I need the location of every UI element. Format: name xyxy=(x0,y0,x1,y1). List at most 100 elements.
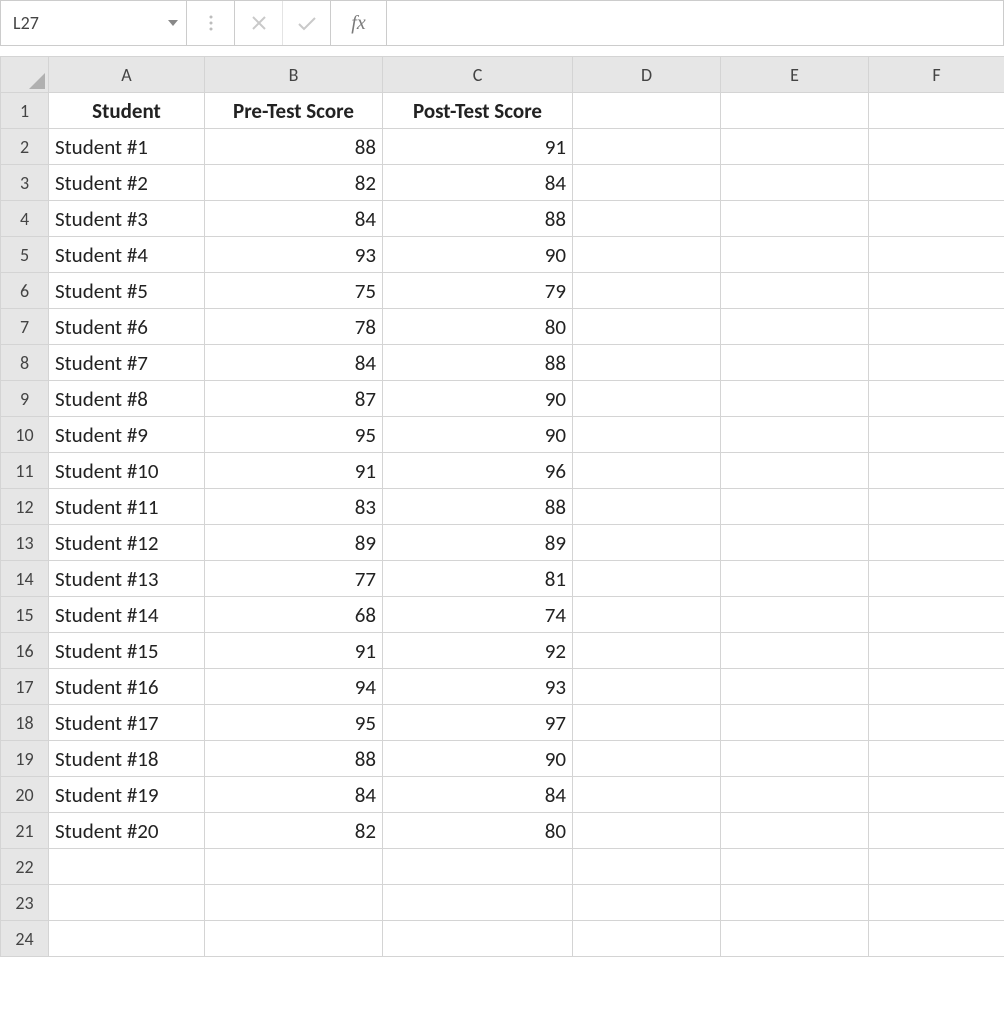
row-header[interactable]: 6 xyxy=(1,273,49,309)
spreadsheet-grid[interactable]: A B C D E F 1StudentPre-Test ScorePost-T… xyxy=(0,56,1004,957)
cell[interactable] xyxy=(869,525,1004,561)
cell[interactable] xyxy=(383,849,573,885)
cell[interactable]: 84 xyxy=(205,201,383,237)
row-header[interactable]: 2 xyxy=(1,129,49,165)
cell[interactable]: 84 xyxy=(205,345,383,381)
cell[interactable]: Student #8 xyxy=(49,381,205,417)
cell[interactable] xyxy=(573,597,721,633)
row-header[interactable]: 23 xyxy=(1,885,49,921)
cell[interactable]: 95 xyxy=(205,705,383,741)
row-header[interactable]: 20 xyxy=(1,777,49,813)
cell[interactable] xyxy=(721,777,869,813)
cell[interactable]: Student #2 xyxy=(49,165,205,201)
cell[interactable]: Student #10 xyxy=(49,453,205,489)
cell[interactable] xyxy=(869,453,1004,489)
row-header[interactable]: 3 xyxy=(1,165,49,201)
cell[interactable] xyxy=(869,165,1004,201)
cell[interactable] xyxy=(721,561,869,597)
cell[interactable] xyxy=(721,93,869,129)
cell[interactable] xyxy=(869,741,1004,777)
cell[interactable] xyxy=(573,561,721,597)
chevron-down-icon[interactable] xyxy=(168,15,178,32)
cell[interactable]: Student #14 xyxy=(49,597,205,633)
col-header-E[interactable]: E xyxy=(721,57,869,93)
col-header-F[interactable]: F xyxy=(869,57,1004,93)
cell[interactable]: 89 xyxy=(205,525,383,561)
cell[interactable]: Student #12 xyxy=(49,525,205,561)
cell[interactable] xyxy=(573,129,721,165)
cell[interactable]: Student #6 xyxy=(49,309,205,345)
cell[interactable] xyxy=(721,633,869,669)
row-header[interactable]: 19 xyxy=(1,741,49,777)
cell[interactable] xyxy=(49,921,205,957)
cell[interactable] xyxy=(573,885,721,921)
cell[interactable]: 77 xyxy=(205,561,383,597)
cell[interactable]: 90 xyxy=(383,381,573,417)
cell[interactable] xyxy=(573,165,721,201)
cell[interactable] xyxy=(573,669,721,705)
cell[interactable]: 68 xyxy=(205,597,383,633)
fx-icon[interactable]: fx xyxy=(331,1,387,45)
cell[interactable] xyxy=(573,525,721,561)
row-header[interactable]: 16 xyxy=(1,633,49,669)
cell[interactable] xyxy=(721,489,869,525)
cell[interactable]: 88 xyxy=(205,741,383,777)
select-all-corner[interactable] xyxy=(1,57,49,93)
cell[interactable]: Student #13 xyxy=(49,561,205,597)
cell[interactable] xyxy=(721,741,869,777)
cell[interactable] xyxy=(721,885,869,921)
cell[interactable]: 96 xyxy=(383,453,573,489)
cell[interactable] xyxy=(869,597,1004,633)
cell[interactable]: 95 xyxy=(205,417,383,453)
cell[interactable] xyxy=(721,453,869,489)
row-header[interactable]: 10 xyxy=(1,417,49,453)
cell[interactable] xyxy=(869,633,1004,669)
cell[interactable] xyxy=(573,237,721,273)
cell[interactable] xyxy=(869,489,1004,525)
row-header[interactable]: 8 xyxy=(1,345,49,381)
cell[interactable]: Student #9 xyxy=(49,417,205,453)
cell[interactable]: 84 xyxy=(205,777,383,813)
cell[interactable] xyxy=(721,129,869,165)
cell[interactable]: Post-Test Score xyxy=(383,93,573,129)
cell[interactable] xyxy=(869,129,1004,165)
cell[interactable] xyxy=(721,309,869,345)
cell[interactable]: Student #19 xyxy=(49,777,205,813)
cell[interactable] xyxy=(721,705,869,741)
cell[interactable]: 93 xyxy=(383,669,573,705)
cell[interactable]: Student #5 xyxy=(49,273,205,309)
cell[interactable] xyxy=(573,849,721,885)
cell[interactable] xyxy=(573,741,721,777)
cell[interactable] xyxy=(383,885,573,921)
cell[interactable] xyxy=(573,201,721,237)
cell[interactable]: 91 xyxy=(205,453,383,489)
cell[interactable] xyxy=(721,381,869,417)
row-header[interactable]: 9 xyxy=(1,381,49,417)
formula-input[interactable] xyxy=(387,1,1003,45)
cell[interactable]: 88 xyxy=(383,201,573,237)
cell[interactable] xyxy=(573,309,721,345)
cell[interactable] xyxy=(573,921,721,957)
cell[interactable] xyxy=(721,273,869,309)
cell[interactable] xyxy=(869,849,1004,885)
cell[interactable]: 88 xyxy=(383,489,573,525)
cell[interactable]: 84 xyxy=(383,777,573,813)
cell[interactable] xyxy=(573,633,721,669)
cell[interactable] xyxy=(721,669,869,705)
cell[interactable] xyxy=(573,345,721,381)
cell[interactable] xyxy=(383,921,573,957)
cell[interactable] xyxy=(721,921,869,957)
cell[interactable] xyxy=(869,561,1004,597)
cell[interactable]: 80 xyxy=(383,813,573,849)
cell[interactable]: 93 xyxy=(205,237,383,273)
cell[interactable] xyxy=(721,165,869,201)
row-header[interactable]: 24 xyxy=(1,921,49,957)
cell[interactable] xyxy=(869,705,1004,741)
cell[interactable] xyxy=(721,345,869,381)
cell[interactable] xyxy=(869,921,1004,957)
cell[interactable] xyxy=(573,813,721,849)
cell[interactable]: 79 xyxy=(383,273,573,309)
cell[interactable]: 83 xyxy=(205,489,383,525)
col-header-A[interactable]: A xyxy=(49,57,205,93)
cell[interactable] xyxy=(869,669,1004,705)
